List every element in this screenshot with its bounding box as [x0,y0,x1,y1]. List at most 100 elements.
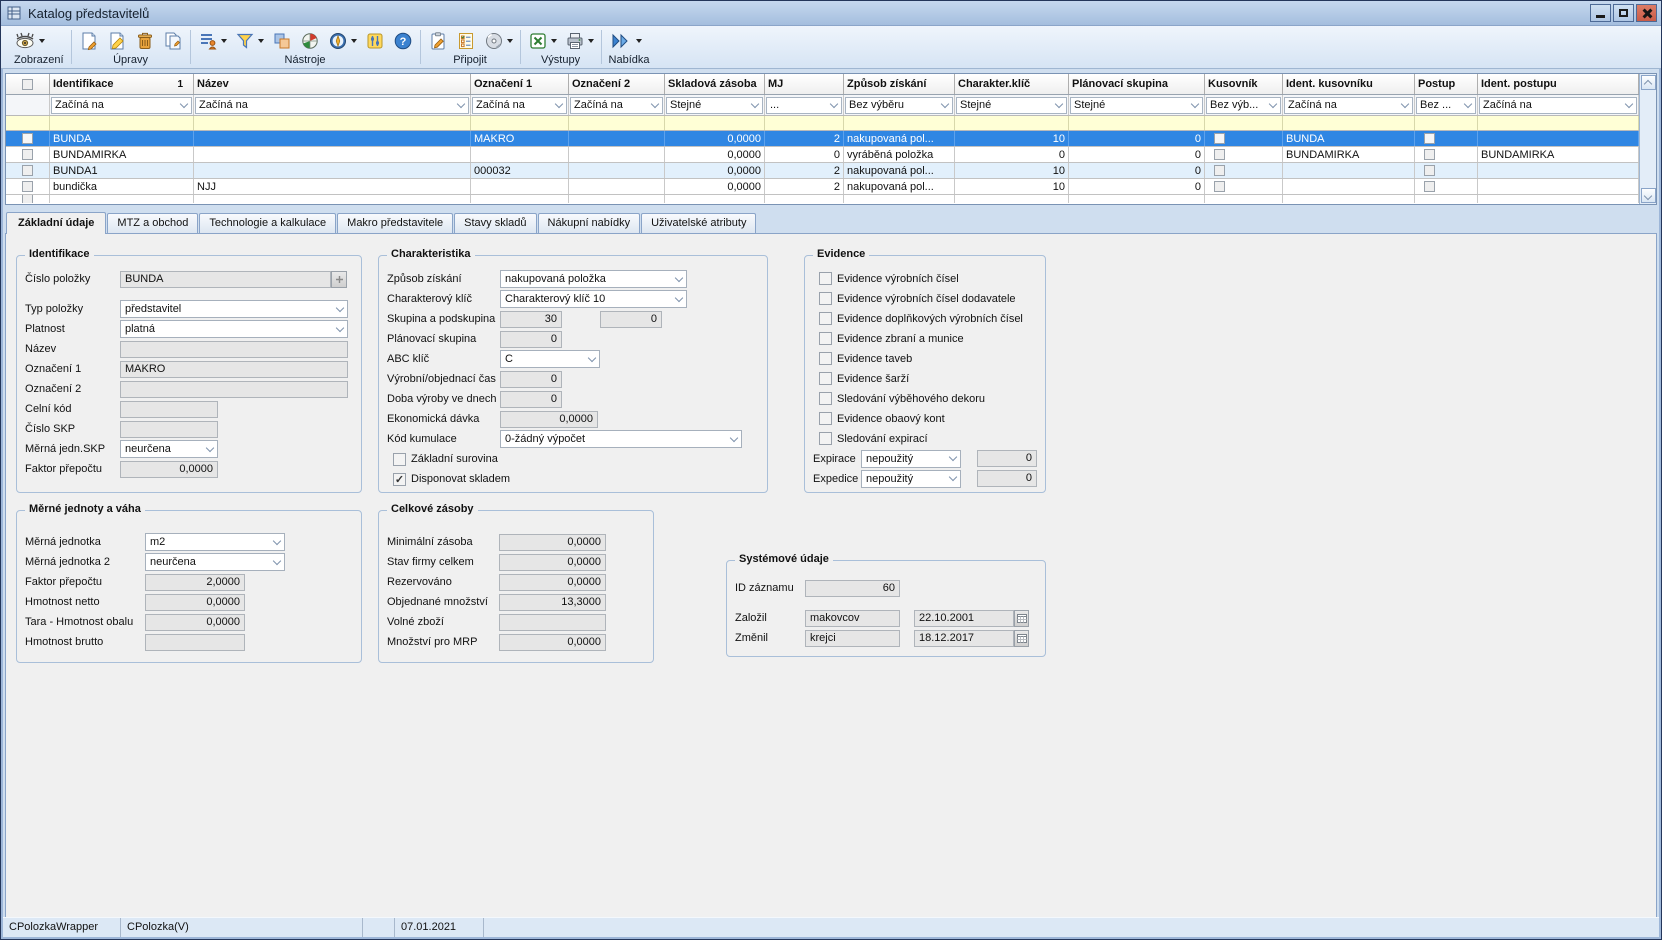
quick-search-cell[interactable] [955,116,1069,130]
evidence-checkbox[interactable] [819,372,832,385]
views-button[interactable] [14,31,45,51]
filter-oznaceni1[interactable]: Začíná na [472,97,567,114]
new-record-button[interactable] [79,31,99,51]
merna-jednotka2-dropdown[interactable]: neurčena [145,553,285,571]
tab-nakupni-nabidky[interactable]: Nákupní nabídky [538,213,641,233]
media-button[interactable] [484,31,513,51]
filter-oznaceni2[interactable]: Začíná na [570,97,663,114]
abc-klic-dropdown[interactable]: C [500,350,600,368]
print-button[interactable] [565,31,594,51]
close-button[interactable] [1636,4,1657,22]
lookup-button[interactable] [331,271,347,288]
column-header-nazev[interactable]: Název [194,74,471,94]
table-row[interactable]: BUNDAMIRKA 0,0000 0 vyráběná položka 0 0… [6,147,1639,163]
typ-polozky-dropdown[interactable]: představitel [120,300,348,318]
tasks-button[interactable] [456,31,476,51]
postup-checkbox[interactable] [1424,133,1435,144]
grid-vertical-scrollbar[interactable] [1639,74,1656,204]
column-header-ident-postupu[interactable]: Ident. postupu [1478,74,1639,94]
column-header-kusovnik[interactable]: Kusovník [1205,74,1283,94]
edit-record-button[interactable] [107,31,127,51]
minimize-button[interactable] [1590,4,1611,22]
column-header-charakter-klic[interactable]: Charakter.klíč [955,74,1069,94]
row-checkbox[interactable] [22,149,33,160]
column-header-oznaceni1[interactable]: Označení 1 [471,74,569,94]
row-checkbox[interactable] [22,165,33,176]
zpusob-ziskani-dropdown[interactable]: nakupovaná položka [500,270,687,288]
tab-makro-predstavitele[interactable]: Makro představitele [337,213,453,233]
filter-planovaci-skupina[interactable]: Stejné [1070,97,1203,114]
excel-export-button[interactable] [528,31,557,51]
navigate-button[interactable] [328,31,357,51]
quick-search-cell[interactable] [665,116,765,130]
filter-mj[interactable]: ... [766,97,842,114]
filter-button[interactable] [235,31,264,51]
quick-search-cell[interactable] [569,116,665,130]
expirace-dropdown[interactable]: nepoužitý [861,450,961,468]
column-header-planovaci-skupina[interactable]: Plánovací skupina [1069,74,1205,94]
charakterovy-klic-dropdown[interactable]: Charakterový klíč 10 [500,290,687,308]
evidence-checkbox[interactable] [819,352,832,365]
filter-zpusob-ziskani[interactable]: Bez výběru [845,97,953,114]
filter-ident-kusovniku[interactable]: Začíná na [1284,97,1413,114]
scroll-up-button[interactable] [1641,75,1656,90]
quick-search-cell[interactable] [471,116,569,130]
column-header-identifikace[interactable]: Identifikace 1 [50,74,194,94]
scroll-down-button[interactable] [1641,188,1656,203]
filter-kusovnik[interactable]: Bez výb... [1206,97,1281,114]
column-header-skladova-zasoba[interactable]: Skladová zásoba [665,74,765,94]
evidence-checkbox[interactable] [819,412,832,425]
quick-search-cell[interactable] [50,116,194,130]
column-header-oznaceni2[interactable]: Označení 2 [569,74,665,94]
settings-button[interactable] [365,31,385,51]
quick-search-cell[interactable] [1283,116,1415,130]
platnost-dropdown[interactable]: platná [120,320,348,338]
quick-search-cell[interactable] [1069,116,1205,130]
help-button[interactable]: ? [393,31,413,51]
tab-technologie-a-kalkulace[interactable]: Technologie a kalkulace [199,213,336,233]
quick-search-cell[interactable] [1205,116,1283,130]
zakladni-surovina-checkbox[interactable] [393,453,406,466]
tab-zakladni-udaje[interactable]: Základní údaje [6,212,106,234]
delete-record-button[interactable] [135,31,155,51]
filter-identifikace[interactable]: Začíná na [51,97,192,114]
evidence-checkbox[interactable] [819,432,832,445]
evidence-checkbox[interactable] [819,392,832,405]
kusovnik-checkbox[interactable] [1214,165,1225,176]
quick-search-cell[interactable] [194,116,471,130]
table-row[interactable]: BUNDA1 000032 0,0000 2 nakupovaná pol...… [6,163,1639,179]
row-checkbox[interactable] [22,181,33,192]
web-button[interactable] [300,31,320,51]
evidence-checkbox[interactable] [819,272,832,285]
kusovnik-checkbox[interactable] [1214,149,1225,160]
filter-charakter-klic[interactable]: Stejné [956,97,1067,114]
select-all-header[interactable] [6,74,50,94]
evidence-checkbox[interactable] [819,332,832,345]
filter-postup[interactable]: Bez ... [1416,97,1476,114]
tab-uzivatelske-atributy[interactable]: Uživatelské atributy [641,213,756,233]
quick-search-cell[interactable] [844,116,955,130]
calendar-button[interactable] [1014,630,1029,647]
merna-jednotka-dropdown[interactable]: m2 [145,533,285,551]
column-header-zpusob-ziskani[interactable]: Způsob získání [844,74,955,94]
copy-record-button[interactable] [163,31,183,51]
kusovnik-checkbox[interactable] [1214,181,1225,192]
row-checkbox[interactable] [22,133,33,144]
filter-skladova-zasoba[interactable]: Stejné [666,97,763,114]
quick-search-row[interactable] [6,116,1639,131]
related-windows-button[interactable] [272,31,292,51]
tab-mtz-a-obchod[interactable]: MTZ a obchod [107,213,198,233]
quick-search-cell[interactable] [1415,116,1478,130]
menu-button[interactable] [609,31,642,51]
quick-search-cell[interactable] [765,116,844,130]
kusovnik-checkbox[interactable] [1214,133,1225,144]
calendar-button[interactable] [1014,610,1029,627]
merna-jedn-skp-dropdown[interactable]: neurčena [120,440,218,458]
select-all-checkbox[interactable] [22,79,33,90]
postup-checkbox[interactable] [1424,181,1435,192]
tab-stavy-skladu[interactable]: Stavy skladů [454,213,536,233]
table-row[interactable]: bundička NJJ 0,0000 2 nakupovaná pol... … [6,179,1639,195]
filter-ident-postupu[interactable]: Začíná na [1479,97,1637,114]
postup-checkbox[interactable] [1424,165,1435,176]
column-header-mj[interactable]: MJ [765,74,844,94]
